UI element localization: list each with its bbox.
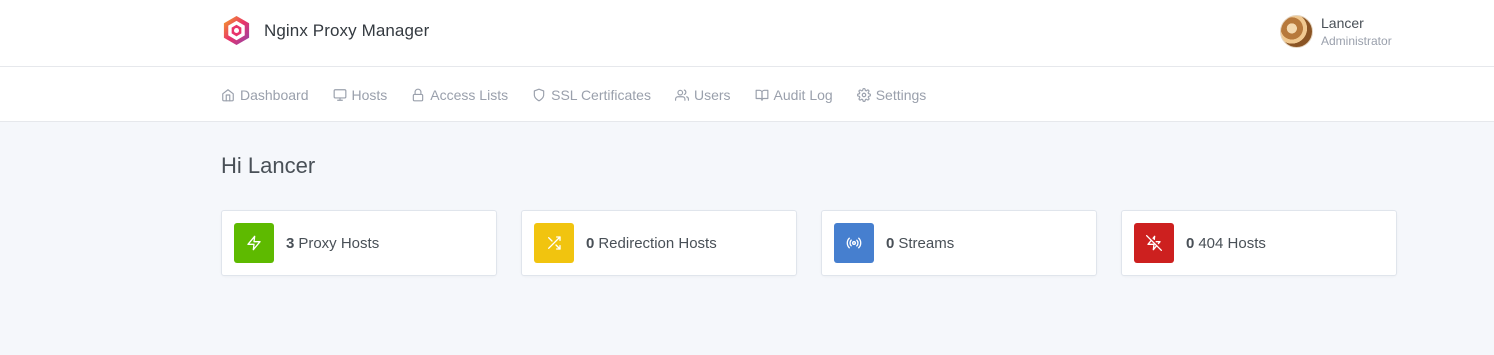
nav-item-users[interactable]: Users <box>674 86 731 103</box>
stat-card-redirection-hosts[interactable]: 0 Redirection Hosts <box>521 210 797 276</box>
nav-item-label: Users <box>693 86 731 103</box>
stat-count: 0 <box>586 234 595 252</box>
nav-item-label: Access Lists <box>430 86 509 103</box>
stat-count: 0 <box>886 234 895 252</box>
stat-icon-box <box>234 223 274 263</box>
nav-item-dashboard[interactable]: Dashboard <box>221 87 309 103</box>
stats-cards: 3 Proxy Hosts 0 Redirection Hosts 0 Streams… <box>221 210 1397 276</box>
radio-icon <box>846 237 862 249</box>
stat-icon-box <box>534 223 574 263</box>
stat-card-404-hosts[interactable]: 0 404 Hosts <box>1121 210 1397 276</box>
nav-item-settings[interactable]: Settings <box>856 86 927 103</box>
nav-item-label: Audit Log <box>773 86 833 103</box>
monitor-icon <box>333 88 346 101</box>
nav-item-access-lists[interactable]: Access Lists <box>411 87 508 103</box>
shield-icon <box>533 88 545 101</box>
book-icon <box>755 89 768 101</box>
brand[interactable]: Nginx Proxy Manager <box>221 15 429 46</box>
lock-icon <box>413 88 424 101</box>
stat-label: Redirection Hosts <box>598 234 717 252</box>
nav-item-ssl-certificates[interactable]: SSL Certificates <box>532 87 651 103</box>
user-role: Administrator <box>1321 33 1392 48</box>
home-icon <box>222 88 234 101</box>
users-icon <box>674 88 689 101</box>
gear-icon <box>856 87 871 102</box>
nav-item-label: Dashboard <box>240 86 309 103</box>
stat-count: 3 <box>286 234 295 252</box>
shuffle-icon <box>548 236 561 250</box>
user-menu[interactable]: Lancer Administrator <box>1280 15 1392 49</box>
zap-off-icon <box>1146 235 1162 251</box>
nav-item-hosts[interactable]: Hosts <box>333 86 388 103</box>
nav-item-label: SSL Certificates <box>551 86 651 103</box>
avatar[interactable] <box>1280 15 1313 49</box>
nginx-proxy-manager-logo-icon <box>223 15 250 46</box>
stat-label: Proxy Hosts <box>298 234 380 252</box>
user-name: Lancer <box>1321 15 1364 31</box>
stat-count: 0 <box>1186 234 1195 252</box>
nav-item-audit-log[interactable]: Audit Log <box>755 87 833 103</box>
stat-icon-box <box>1134 223 1174 263</box>
stat-label: Streams <box>898 234 955 252</box>
nav-item-label: Hosts <box>351 86 388 103</box>
stat-icon-box <box>834 223 874 263</box>
top-header: Nginx Proxy Manager Lancer Administrator <box>0 0 1494 67</box>
app-title: Nginx Proxy Manager <box>264 20 430 40</box>
stat-label: 404 Hosts <box>1198 234 1266 252</box>
stat-card-streams[interactable]: 0 Streams <box>821 210 1097 276</box>
stat-card-proxy-hosts[interactable]: 3 Proxy Hosts <box>221 210 497 276</box>
nav-item-label: Settings <box>875 86 927 103</box>
zap-icon <box>247 235 261 251</box>
page-greeting: Hi Lancer <box>221 153 316 178</box>
main-nav: Dashboard Hosts Access Lists SSL Certifi… <box>0 67 1494 122</box>
